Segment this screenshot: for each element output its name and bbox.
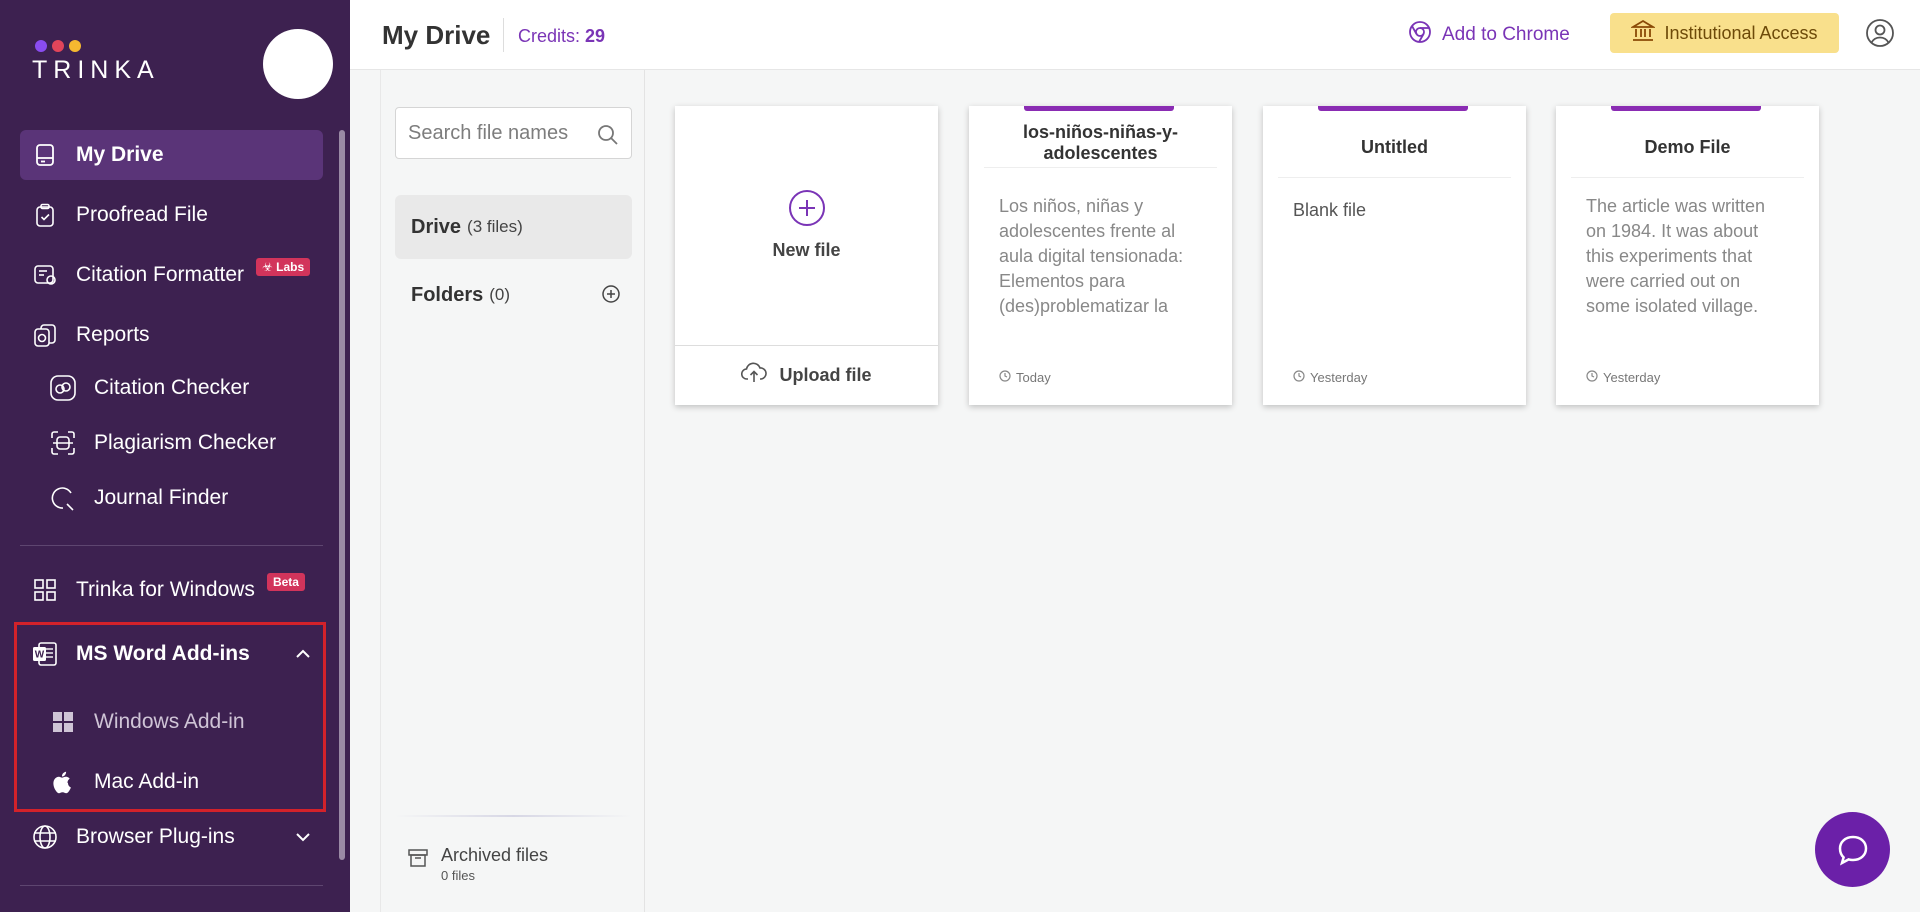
sidebar-item-proofread-file[interactable]: Proofread File bbox=[20, 190, 323, 240]
search-icon[interactable] bbox=[597, 124, 619, 151]
logo-wordmark: TRINKA bbox=[32, 56, 160, 84]
credits-value: 29 bbox=[585, 26, 606, 46]
archived-count: 0 files bbox=[441, 868, 475, 883]
cloud-upload-icon bbox=[741, 362, 768, 389]
folders-count: (0) bbox=[489, 285, 511, 304]
file-title: Demo File bbox=[1571, 122, 1804, 178]
upload-file-button[interactable]: Upload file bbox=[675, 345, 938, 405]
clock-icon bbox=[1293, 370, 1305, 385]
clock-icon bbox=[999, 370, 1011, 385]
sidebar-item-label: Proofread File bbox=[76, 203, 208, 226]
citation-checker-icon bbox=[48, 373, 78, 403]
sidebar-item-label: Plagiarism Checker bbox=[94, 431, 277, 454]
sidebar-item-label: Journal Finder bbox=[94, 486, 229, 509]
credits-counter: Credits: 29 bbox=[518, 26, 606, 46]
windows-app-icon bbox=[30, 575, 60, 605]
sidebar-item-browser-plug-ins[interactable]: Browser Plug-ins bbox=[20, 812, 323, 862]
citation-formatter-icon bbox=[30, 260, 60, 290]
clock-icon bbox=[1586, 370, 1598, 385]
folders-nav-item[interactable]: Folders (0) bbox=[411, 280, 621, 310]
file-title: Untitled bbox=[1278, 122, 1511, 178]
user-account-icon[interactable] bbox=[1865, 18, 1895, 53]
clipboard-check-icon bbox=[30, 200, 60, 230]
sidebar: TRINKA My Drive Proofread File Citation … bbox=[0, 0, 350, 912]
file-title: los-niños-niñas-y-adolescentes bbox=[984, 122, 1217, 168]
sidebar-item-journal-finder[interactable]: Journal Finder bbox=[40, 473, 323, 523]
reports-icon bbox=[30, 320, 60, 350]
add-to-chrome-label: Add to Chrome bbox=[1442, 24, 1570, 45]
beta-badge: Beta bbox=[266, 573, 305, 591]
new-file-card: New file Upload file bbox=[675, 106, 938, 405]
chrome-icon bbox=[1408, 20, 1432, 50]
card-accent-bar bbox=[1318, 106, 1468, 111]
header-divider bbox=[503, 18, 504, 52]
archived-files-link[interactable]: Archived files 0 files bbox=[407, 845, 548, 883]
sidebar-item-label: Browser Plug-ins bbox=[76, 825, 235, 848]
highlight-box bbox=[14, 622, 326, 812]
sidebar-item-label: Citation Formatter bbox=[76, 263, 245, 286]
drive-label: Drive bbox=[411, 215, 462, 238]
page-title: My Drive bbox=[382, 20, 491, 50]
drive-icon bbox=[30, 140, 60, 170]
plagiarism-icon bbox=[48, 428, 78, 458]
file-preview: Los niños, niñas y adolescentes frente a… bbox=[999, 196, 1184, 316]
archived-label: Archived files bbox=[441, 845, 549, 865]
file-preview: The article was written on 1984. It was … bbox=[1586, 196, 1766, 316]
top-header: My Drive Credits: 29 Add to Chrome Insti… bbox=[350, 0, 1920, 70]
file-card[interactable]: Untitled Blank file Yesterday bbox=[1263, 106, 1526, 405]
chat-bubble-icon bbox=[1838, 835, 1867, 866]
sidebar-item-trinka-for-windows[interactable]: Trinka for Windows Beta bbox=[20, 565, 323, 615]
globe-icon bbox=[30, 822, 60, 852]
add-to-chrome-link[interactable]: Add to Chrome bbox=[1408, 20, 1570, 50]
plus-circle-icon bbox=[788, 190, 825, 226]
sidebar-item-label: Reports bbox=[76, 323, 150, 346]
sidebar-item-label: Citation Checker bbox=[94, 376, 250, 399]
new-file-label: New file bbox=[772, 240, 841, 260]
file-preview: Blank file bbox=[1293, 200, 1367, 220]
archive-icon bbox=[407, 847, 429, 883]
folders-label: Folders bbox=[411, 283, 484, 306]
sidebar-item-plagiarism-checker[interactable]: Plagiarism Checker bbox=[40, 418, 323, 468]
sidebar-scrollbar[interactable] bbox=[339, 130, 345, 860]
sidebar-item-label: My Drive bbox=[76, 143, 164, 166]
trinka-logo[interactable]: TRINKA bbox=[32, 40, 160, 85]
search-input[interactable] bbox=[408, 108, 598, 158]
panel-divider bbox=[395, 815, 632, 817]
file-timestamp: Yesterday bbox=[1586, 370, 1660, 385]
drive-nav-item[interactable]: Drive (3 files) bbox=[395, 195, 632, 259]
card-accent-bar bbox=[1611, 106, 1761, 111]
logo-dots bbox=[35, 40, 160, 52]
sidebar-divider bbox=[20, 545, 323, 546]
new-file-button[interactable]: New file bbox=[675, 189, 938, 261]
sidebar-item-my-drive[interactable]: My Drive bbox=[20, 130, 323, 180]
institution-icon bbox=[1630, 19, 1657, 48]
chat-button[interactable] bbox=[1815, 812, 1890, 887]
journal-finder-icon bbox=[48, 483, 78, 513]
file-timestamp: Yesterday bbox=[1293, 370, 1367, 385]
add-folder-icon[interactable] bbox=[601, 284, 621, 309]
institutional-access-label: Institutional Access bbox=[1664, 22, 1818, 43]
drive-count: (3 files) bbox=[467, 217, 523, 236]
card-accent-bar bbox=[1024, 106, 1174, 111]
sidebar-divider bbox=[20, 885, 323, 886]
sidebar-item-citation-formatter[interactable]: Citation Formatter ☣ Labs bbox=[20, 250, 323, 300]
file-timestamp: Today bbox=[999, 370, 1051, 385]
drive-panel: Drive (3 files) Folders (0) Archived fil… bbox=[380, 70, 645, 912]
search-box bbox=[395, 107, 632, 159]
sidebar-item-citation-checker[interactable]: Citation Checker bbox=[40, 363, 323, 413]
upload-file-label: Upload file bbox=[779, 365, 872, 385]
avatar[interactable] bbox=[263, 29, 333, 99]
file-card[interactable]: Demo File The article was written on 198… bbox=[1556, 106, 1819, 405]
institutional-access-button[interactable]: Institutional Access bbox=[1610, 13, 1839, 53]
labs-badge: ☣ Labs bbox=[256, 258, 311, 276]
file-card[interactable]: los-niños-niñas-y-adolescentes Los niños… bbox=[969, 106, 1232, 405]
sidebar-item-label: Trinka for Windows bbox=[76, 578, 255, 601]
sidebar-item-reports[interactable]: Reports bbox=[20, 310, 323, 360]
chevron-down-icon[interactable] bbox=[293, 827, 313, 847]
